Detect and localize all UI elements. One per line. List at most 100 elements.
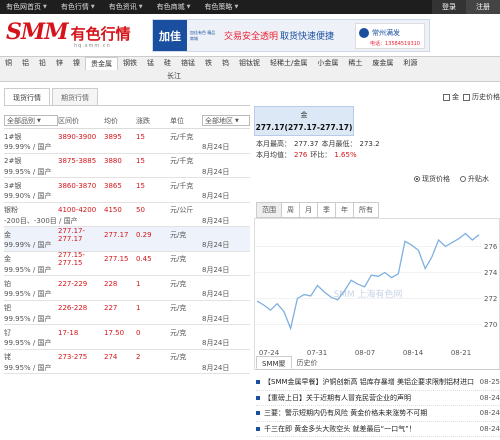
header-range: 区间价 — [58, 116, 79, 125]
product-spec: 99.99% / 国产 — [4, 241, 52, 249]
avg-price: 274 — [104, 353, 118, 361]
news-item[interactable]: 【SMM金属早餐】沪铜创新高 铝库存暴增 美铝企要求限制铝材进口 08-25 — [256, 375, 500, 391]
product-name: 3#银 — [4, 181, 22, 190]
price-unit: 元/克 — [170, 353, 187, 361]
category-item[interactable]: 镍 — [68, 57, 85, 70]
tab-smm-news[interactable]: SMM聚 — [256, 356, 292, 369]
table-row[interactable]: 钌 17-18 17.50 0 元/克 99.95% / 国产 8月24日 — [4, 325, 250, 350]
news-item[interactable]: 三要：警示短期内仍有风险 黄金价格未来涨势不可期 08-24 — [256, 406, 500, 422]
table-row[interactable]: 金 277.15-277.15 277.15 0.45 元/克 99.95% / 国产 8月… — [4, 251, 250, 276]
region-select[interactable]: 全部地区 ▼ — [202, 115, 250, 126]
premium-radio[interactable]: 升贴水 — [460, 174, 489, 184]
range-option[interactable]: 月 — [299, 202, 318, 218]
product-name: 银粉 — [4, 206, 18, 214]
news-title: 【SMM金属早餐】沪铜创新高 铝库存暴增 美铝企要求限制铝材进口 — [264, 378, 474, 387]
category-item[interactable]: 铅 — [34, 57, 51, 70]
tab-history-price[interactable]: 历史价 — [292, 356, 323, 369]
tab-spot[interactable]: 现货行情 — [4, 88, 50, 105]
range-option[interactable]: 所有 — [353, 202, 379, 218]
store-logo-icon — [359, 28, 369, 38]
category-item[interactable]: 稀土 — [343, 57, 367, 70]
banner-brand-sub: 加佳有色 精品商城 — [190, 29, 216, 41]
news-item[interactable]: 【重磅上日】关于近期有人冒充民营企业的声明 08-24 — [256, 391, 500, 406]
category-item[interactable]: 钨 — [217, 57, 234, 70]
category-item[interactable]: 铁 — [200, 57, 217, 70]
price-change: 0.29 — [136, 230, 152, 239]
ad-banner[interactable]: 加佳 加佳有色 精品商城 交易安全透明 取货快速便捷 常州满发 电话：13584… — [152, 19, 430, 52]
product-name: 铑 — [4, 353, 11, 361]
price-date: 8月24日 — [202, 216, 230, 225]
range-option[interactable]: 周 — [281, 202, 300, 218]
category-item[interactable]: 铬锰 — [176, 57, 200, 70]
category-item[interactable]: 锰 — [142, 57, 159, 70]
radio-icon — [460, 176, 466, 182]
price-change: 1 — [136, 279, 141, 288]
chevron-down-icon: ▼ — [186, 4, 191, 10]
table-row[interactable]: 金 277.17-277.17 277.17 0.29 元/克 99.99% / 国产 8月… — [4, 227, 250, 252]
category-item[interactable]: 铝 — [17, 57, 34, 70]
history-price-button[interactable]: 历史价格 — [463, 92, 500, 102]
table-row[interactable]: 银粉 4100-4200 4150 50 元/公斤 -200目、-300目 / 国产 8月2… — [4, 203, 250, 227]
month-avg-label: 本月均值： — [256, 150, 291, 159]
category-item[interactable]: 贵金属 — [85, 57, 118, 70]
price-range: 3890-3900 — [58, 132, 97, 141]
nav-home[interactable]: 有色网首页 ▼ — [6, 2, 47, 12]
header-unit: 单位 — [170, 116, 184, 125]
table-row[interactable]: 2#银 3875-3885 3880 15 元/千克 99.95% / 国产 8月24日 — [4, 154, 250, 178]
range-option[interactable]: 范围 — [256, 202, 282, 218]
category-select[interactable]: 全部品别 ▼ — [4, 115, 58, 126]
nav-mall[interactable]: 有色商城 ▼ — [157, 2, 191, 12]
nav-strategy[interactable]: 有色策略 ▼ — [204, 2, 238, 12]
price-date: 8月24日 — [202, 192, 230, 200]
category-item[interactable]: 小金属 — [312, 57, 343, 70]
avg-price: 228 — [104, 279, 118, 288]
banner-slogan-blue: 取货快速便捷 — [280, 32, 335, 42]
category-item[interactable]: 锌 — [51, 57, 68, 70]
logo-cn-text: 有色行情 — [70, 25, 131, 43]
table-row[interactable]: 1#银 3890-3900 3895 15 元/千克 99.99% / 国产 8月24日 — [4, 129, 250, 154]
month-high-value: 277.37 — [294, 139, 319, 148]
range-option[interactable]: 季 — [317, 202, 336, 218]
table-row[interactable]: 3#银 3860-3870 3865 15 元/千克 99.90% / 国产 8月24日 — [4, 178, 250, 203]
month-low-value: 273.2 — [359, 139, 380, 148]
category-item[interactable]: 轻稀土/金属 — [265, 57, 312, 70]
register-link[interactable]: 注册 — [466, 0, 500, 14]
tab-futures[interactable]: 期货行情 — [52, 88, 98, 105]
price-date: 8月24日 — [202, 363, 230, 372]
price-change: 0.45 — [136, 255, 152, 263]
category-item[interactable]: 废金属 — [367, 57, 398, 70]
table-row[interactable]: 钯 226-228 227 1 元/克 99.95% / 国产 8月24日 — [4, 301, 250, 325]
table-row[interactable]: 铂 227-229 228 1 元/克 99.95% / 国产 8月24日 — [4, 276, 250, 301]
smm-logo[interactable]: SMM 有色行情 hq.smm.cn — [6, 21, 131, 49]
share-button[interactable]: 金 — [443, 92, 459, 102]
product-name: 1#银 — [4, 132, 22, 141]
price-unit: 元/千克 — [170, 181, 194, 190]
spot-price-radio[interactable]: 现货价格 — [414, 174, 450, 184]
category-item[interactable]: 利源 — [398, 57, 422, 70]
nav-market[interactable]: 有色行情 ▼ — [61, 2, 95, 12]
category-item[interactable]: 硅 — [159, 57, 176, 70]
login-link[interactable]: 登录 — [432, 0, 466, 14]
category-item[interactable]: 铜 — [0, 57, 17, 70]
price-range: 226-228 — [58, 304, 88, 312]
chevron-down-icon: ▼ — [37, 117, 41, 124]
category-item[interactable]: 钢铁 — [118, 57, 142, 70]
product-spec: 99.95% / 国产 — [4, 265, 52, 274]
history-icon — [463, 93, 470, 101]
chevron-down-icon: ▼ — [43, 4, 47, 10]
nav-news[interactable]: 有色资讯 ▼ — [109, 2, 143, 12]
product-name: 金 — [4, 230, 11, 239]
price-change: 15 — [136, 132, 145, 141]
avg-price: 4150 — [104, 206, 122, 214]
table-row[interactable]: 铑 273-275 274 2 元/克 99.95% / 国产 8月24日 — [4, 350, 250, 374]
category-item[interactable]: 钼钛铌 — [234, 57, 265, 70]
news-title: 千三在即 黄金多头大败空头 就差最后“一口气”！ — [264, 424, 416, 433]
site-header: SMM 有色行情 hq.smm.cn 加佳 加佳有色 精品商城 交易安全透明 取… — [0, 14, 500, 54]
quote-name: 金 — [300, 111, 308, 119]
price-date: 8月24日 — [202, 265, 230, 274]
news-item[interactable]: 千三在即 黄金多头大败空头 就差最后“一口气”！ 08-24 — [256, 422, 500, 437]
price-change: 15 — [136, 181, 145, 190]
bullet-icon — [256, 411, 260, 416]
range-option[interactable]: 年 — [335, 202, 354, 218]
category-item[interactable]: 长江 — [162, 70, 186, 83]
